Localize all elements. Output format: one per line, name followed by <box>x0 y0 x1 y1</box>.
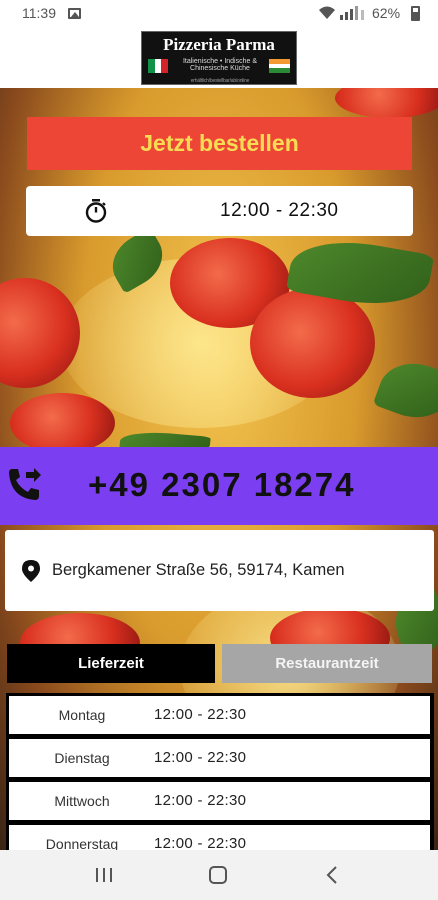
phone-number: +49 2307 18274 <box>88 466 356 503</box>
timer-icon <box>85 199 107 223</box>
wifi-icon <box>319 6 335 19</box>
logo-subtag: erhältlich/bestellbar/ab/online <box>190 78 250 84</box>
table-row: Mittwoch 12:00 - 22:30 <box>9 782 430 820</box>
system-nav-bar <box>0 850 438 900</box>
restaurant-logo: Pizzeria Parma Italienische • Indische &… <box>141 31 297 85</box>
tomato-slice <box>335 88 438 118</box>
tomato-slice <box>10 393 115 453</box>
schedule-time: 12:00 - 22:30 <box>154 792 247 809</box>
italy-flag-icon <box>148 59 169 73</box>
schedule-day: Donnerstag <box>45 836 119 850</box>
battery-icon <box>411 6 420 21</box>
image-icon <box>68 8 81 19</box>
schedule-time: 12:00 - 22:30 <box>154 835 247 850</box>
home-icon[interactable] <box>209 866 227 884</box>
tomato-slice <box>250 288 375 398</box>
phone-forward-icon <box>9 468 41 500</box>
logo-name: Pizzeria Parma <box>163 35 275 54</box>
table-row: Donnerstag 12:00 - 22:30 <box>9 825 430 850</box>
schedule-day: Dienstag <box>54 750 110 766</box>
back-icon[interactable] <box>326 866 338 884</box>
schedule-time: 12:00 - 22:30 <box>154 706 247 723</box>
india-flag-icon <box>269 59 290 73</box>
address-card[interactable]: Bergkamener Straße 56, 59174, Kamen <box>5 530 434 611</box>
signal-icon <box>340 6 364 20</box>
basil-leaf <box>372 352 438 429</box>
phone-call-button[interactable]: +49 2307 18274 <box>0 447 438 525</box>
status-bar: 11:39 62% <box>0 0 438 28</box>
opening-hours-text: 12:00 - 22:30 <box>220 200 339 221</box>
status-time: 11:39 <box>22 5 56 21</box>
schedule-table: Montag 12:00 - 22:30 Dienstag 12:00 - 22… <box>6 693 434 850</box>
logo-tagline: Italienische • Indische & Chinesische Kü… <box>182 58 258 72</box>
table-row: Dienstag 12:00 - 22:30 <box>9 739 430 777</box>
schedule-day: Montag <box>58 707 106 723</box>
pizza-background: Jetzt bestellen 12:00 - 22:30 +49 2307 1… <box>0 88 438 850</box>
location-pin-icon <box>22 560 40 582</box>
battery-percent: 62% <box>372 5 401 21</box>
address-text: Bergkamener Straße 56, 59174, Kamen <box>52 561 345 579</box>
recent-apps-icon[interactable] <box>95 867 113 883</box>
app-header: Pizzeria Parma Italienische • Indische &… <box>0 28 438 88</box>
table-row: Montag 12:00 - 22:30 <box>9 696 430 734</box>
order-now-button[interactable]: Jetzt bestellen <box>27 117 412 170</box>
schedule-day: Mittwoch <box>54 793 110 809</box>
tab-restaurant-times[interactable]: Restaurantzeit <box>222 644 432 683</box>
tab-delivery-times[interactable]: Lieferzeit <box>7 644 215 683</box>
schedule-time: 12:00 - 22:30 <box>154 749 247 766</box>
opening-hours-card: 12:00 - 22:30 <box>26 186 413 236</box>
